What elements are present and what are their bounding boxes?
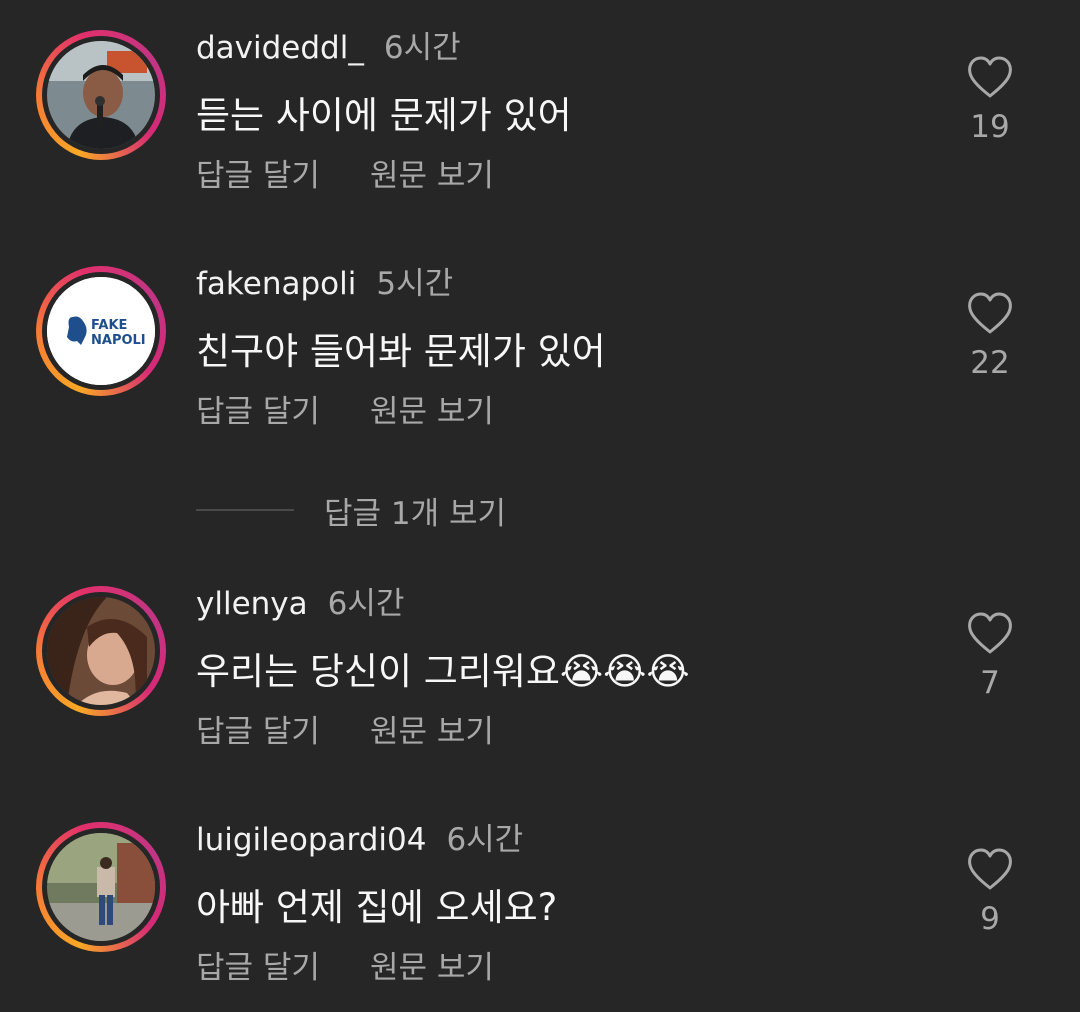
comment-text: 친구야 들어봐 문제가 있어 [196,330,606,373]
reply-button[interactable]: 답글 달기 [196,950,320,986]
comment-actions: 답글 달기 원문 보기 [196,150,494,195]
comment-text: 아빠 언제 집에 오세요? [196,886,558,929]
see-translation-button[interactable]: 원문 보기 [370,394,494,430]
like-count: 22 [970,345,1010,381]
comment-item: FAKE NAPOLI fakenapoli 5시간 친구야 들어봐 문제가 있어… [0,236,1080,456]
username[interactable]: luigileopardi04 [196,822,426,858]
avatar-photo [47,833,155,941]
logo-text-bottom: NAPOLI [91,333,146,348]
username-row: fakenapoli 5시간 [196,258,453,303]
reply-button[interactable]: 답글 달기 [196,394,320,430]
username-row: davideddl_ 6시간 [196,22,461,67]
see-translation-button[interactable]: 원문 보기 [370,714,494,750]
comment-item: luigileopardi04 6시간 아빠 언제 집에 오세요? 답글 달기 원문… [0,792,1080,1012]
comment-item: yllenya 6시간 우리는 당신이 그리워요😭😭😭 답글 달기 원문 보기 7 [0,556,1080,776]
avatar[interactable] [36,586,166,716]
heart-outline-icon[interactable] [966,291,1014,335]
username[interactable]: fakenapoli [196,266,356,302]
see-translation-button[interactable]: 원문 보기 [370,158,494,194]
avatar[interactable] [36,30,166,160]
comment-text: 듣는 사이에 문제가 있어 [196,94,572,137]
view-replies-label: 답글 1개 보기 [324,495,507,532]
see-translation-button[interactable]: 원문 보기 [370,950,494,986]
username-row: luigileopardi04 6시간 [196,814,523,859]
like-area: 22 [950,291,1030,381]
like-count: 7 [980,665,1000,701]
comment-time: 6시간 [446,822,524,858]
heart-outline-icon[interactable] [966,611,1014,655]
heart-outline-icon[interactable] [966,55,1014,99]
heart-outline-icon[interactable] [966,847,1014,891]
comment-time: 5시간 [376,266,454,302]
username-row: yllenya 6시간 [196,578,404,623]
comment-actions: 답글 달기 원문 보기 [196,706,494,751]
avatar[interactable] [36,822,166,952]
comment-text: 우리는 당신이 그리워요😭😭😭 [196,650,690,693]
like-area: 19 [950,55,1030,145]
comment-item: davideddl_ 6시간 듣는 사이에 문제가 있어 답글 달기 원문 보기 1… [0,0,1080,220]
like-count: 19 [970,109,1010,145]
avatar-logo: FAKE NAPOLI [47,277,155,385]
like-area: 7 [950,611,1030,701]
avatar-photo [47,41,155,149]
like-count: 9 [980,901,1000,937]
avatar[interactable]: FAKE NAPOLI [36,266,166,396]
comment-actions: 답글 달기 원문 보기 [196,942,494,987]
username[interactable]: davideddl_ [196,30,364,66]
comment-time: 6시간 [383,30,461,66]
view-replies-button[interactable]: 답글 1개 보기 [196,488,506,532]
comment-time: 6시간 [327,586,405,622]
reply-button[interactable]: 답글 달기 [196,158,320,194]
avatar-photo [47,597,155,705]
divider-line [196,509,294,511]
logo-text-top: FAKE [91,318,127,333]
reply-button[interactable]: 답글 달기 [196,714,320,750]
username[interactable]: yllenya [196,586,308,622]
comment-actions: 답글 달기 원문 보기 [196,386,494,431]
like-area: 9 [950,847,1030,937]
